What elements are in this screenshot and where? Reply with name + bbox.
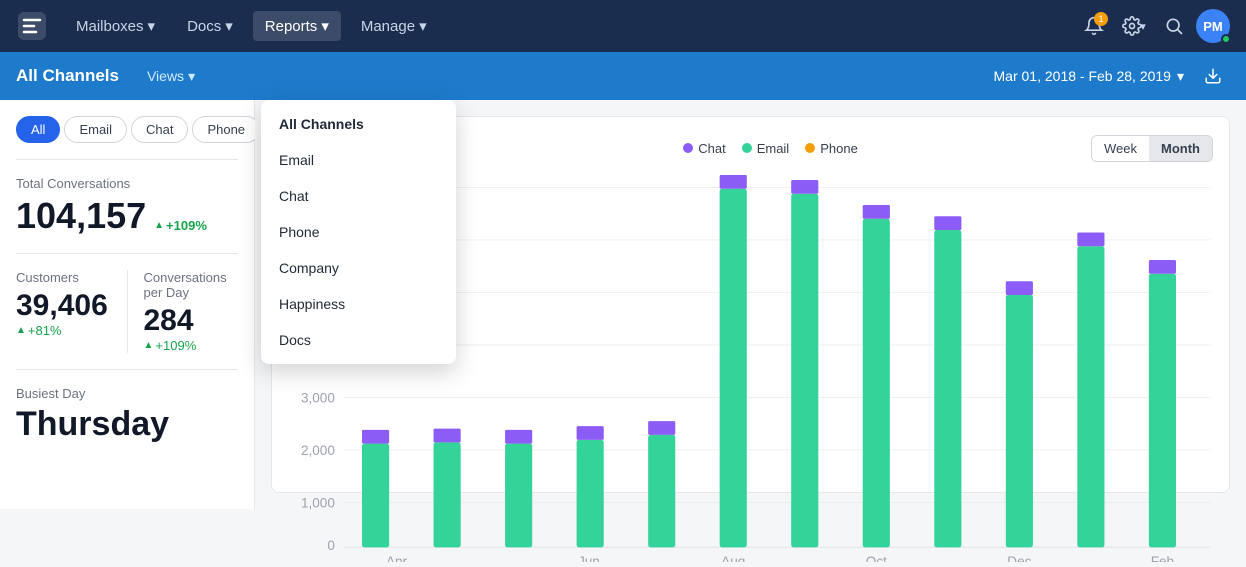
divider-2 <box>16 253 238 254</box>
bar-jun-chat <box>577 426 604 440</box>
bar-oct-email <box>863 219 890 548</box>
nav-mailboxes[interactable]: Mailboxes ▾ <box>64 11 167 41</box>
bar-oct-chat <box>863 205 890 219</box>
total-conversations-section: Total Conversations 104,157 +109% <box>16 176 238 237</box>
bar-mar-chat <box>362 430 389 444</box>
busiest-day-value: Thursday <box>16 405 238 444</box>
main-content: All Email Chat Phone Total Conversations… <box>0 100 1246 509</box>
channel-dropdown: All Channels Email Chat Phone Company Ha… <box>261 100 456 364</box>
bar-apr-email <box>434 442 461 547</box>
bar-feb-chat <box>1149 260 1176 274</box>
svg-text:3,000: 3,000 <box>301 390 335 405</box>
dropdown-item-chat[interactable]: Chat <box>261 178 456 214</box>
month-button[interactable]: Month <box>1149 136 1212 161</box>
customers-section: Customers 39,406 +81% <box>16 270 128 353</box>
bar-jan-email <box>1077 246 1104 547</box>
total-conversations-label: Total Conversations <box>16 176 238 191</box>
bar-sep-email <box>791 194 818 548</box>
bar-nov-chat <box>934 216 961 230</box>
customers-conv-row: Customers 39,406 +81% Conversations per … <box>16 270 238 353</box>
dropdown-item-all-channels[interactable]: All Channels <box>261 106 456 142</box>
views-button[interactable]: Views ▾ <box>139 64 203 89</box>
legend-phone: Phone <box>805 141 858 156</box>
bar-may-email <box>505 444 532 548</box>
divider-3 <box>16 369 238 370</box>
filter-tab-chat[interactable]: Chat <box>131 116 188 143</box>
svg-text:Apr: Apr <box>386 554 408 562</box>
svg-text:Dec: Dec <box>1007 554 1031 562</box>
svg-text:2,000: 2,000 <box>301 443 335 458</box>
filter-tab-email[interactable]: Email <box>64 116 127 143</box>
customers-value: 39,406 <box>16 289 111 323</box>
online-badge <box>1221 34 1231 44</box>
left-panel: All Email Chat Phone Total Conversations… <box>0 100 255 509</box>
bar-may-chat <box>505 430 532 444</box>
conv-per-day-value: 284 <box>144 304 239 338</box>
filter-tab-all[interactable]: All <box>16 116 60 143</box>
filter-tabs: All Email Chat Phone <box>16 116 238 143</box>
svg-text:Feb: Feb <box>1151 554 1175 562</box>
dropdown-item-email[interactable]: Email <box>261 142 456 178</box>
svg-text:Oct: Oct <box>866 554 887 562</box>
avatar[interactable]: PM <box>1196 9 1230 43</box>
dropdown-item-phone[interactable]: Phone <box>261 214 456 250</box>
bar-jul-email <box>648 435 675 547</box>
conv-per-day-label: Conversations per Day <box>144 270 239 300</box>
svg-text:Jun: Jun <box>578 554 600 562</box>
nav-docs[interactable]: Docs ▾ <box>175 11 245 41</box>
divider-1 <box>16 159 238 160</box>
legend-chat: Chat <box>683 141 725 156</box>
total-conversations-value: 104,157 +109% <box>16 195 238 237</box>
bar-aug-chat <box>720 175 747 189</box>
date-range-picker[interactable]: Mar 01, 2018 - Feb 28, 2019 ▾ <box>994 68 1184 85</box>
notifications-button[interactable]: 1 <box>1076 8 1112 44</box>
bar-jul-chat <box>648 421 675 435</box>
customers-delta: +81% <box>16 323 111 338</box>
nav-reports[interactable]: Reports ▾ <box>253 11 341 41</box>
bar-feb-email <box>1149 274 1176 548</box>
nav-manage[interactable]: Manage ▾ <box>349 11 439 41</box>
phone-color-dot <box>805 143 815 153</box>
bar-jun-email <box>577 440 604 547</box>
bar-nov-email <box>934 230 961 547</box>
top-nav: Mailboxes ▾ Docs ▾ Reports ▾ Manage ▾ 1 … <box>0 0 1246 52</box>
total-conversations-delta: +109% <box>154 218 207 233</box>
email-color-dot <box>742 143 752 153</box>
sub-nav: All Channels Views ▾ Mar 01, 2018 - Feb … <box>0 52 1246 100</box>
dropdown-item-happiness[interactable]: Happiness <box>261 286 456 322</box>
nav-icons: 1 ▾ PM <box>1076 8 1230 44</box>
settings-button[interactable]: ▾ <box>1116 8 1152 44</box>
bar-aug-email <box>720 189 747 548</box>
dropdown-item-company[interactable]: Company <box>261 250 456 286</box>
svg-text:Aug: Aug <box>721 554 745 562</box>
app-logo[interactable] <box>16 10 48 42</box>
chat-color-dot <box>683 143 693 153</box>
filter-tab-phone[interactable]: Phone <box>192 116 260 143</box>
svg-text:1,000: 1,000 <box>301 495 335 510</box>
bar-dec-chat <box>1006 281 1033 295</box>
busiest-day-label: Busiest Day <box>16 386 238 401</box>
busiest-day-section: Busiest Day Thursday <box>16 386 238 444</box>
bar-jan-chat <box>1077 232 1104 246</box>
time-toggle: Week Month <box>1091 135 1213 162</box>
customers-label: Customers <box>16 270 111 285</box>
bar-apr-chat <box>434 429 461 443</box>
chart-legend: Chat Email Phone <box>462 141 1079 156</box>
legend-email: Email <box>742 141 790 156</box>
conv-per-day-delta: +109% <box>144 338 239 353</box>
download-button[interactable] <box>1196 59 1230 93</box>
notification-badge: 1 <box>1094 12 1108 26</box>
page-title: All Channels <box>16 66 119 86</box>
bar-dec-email <box>1006 295 1033 547</box>
dropdown-item-docs[interactable]: Docs <box>261 322 456 358</box>
svg-text:0: 0 <box>327 538 335 553</box>
bar-mar-email <box>362 444 389 548</box>
search-button[interactable] <box>1156 8 1192 44</box>
bar-sep-chat <box>791 180 818 194</box>
conv-per-day-section: Conversations per Day 284 +109% <box>128 270 239 353</box>
week-button[interactable]: Week <box>1092 136 1149 161</box>
